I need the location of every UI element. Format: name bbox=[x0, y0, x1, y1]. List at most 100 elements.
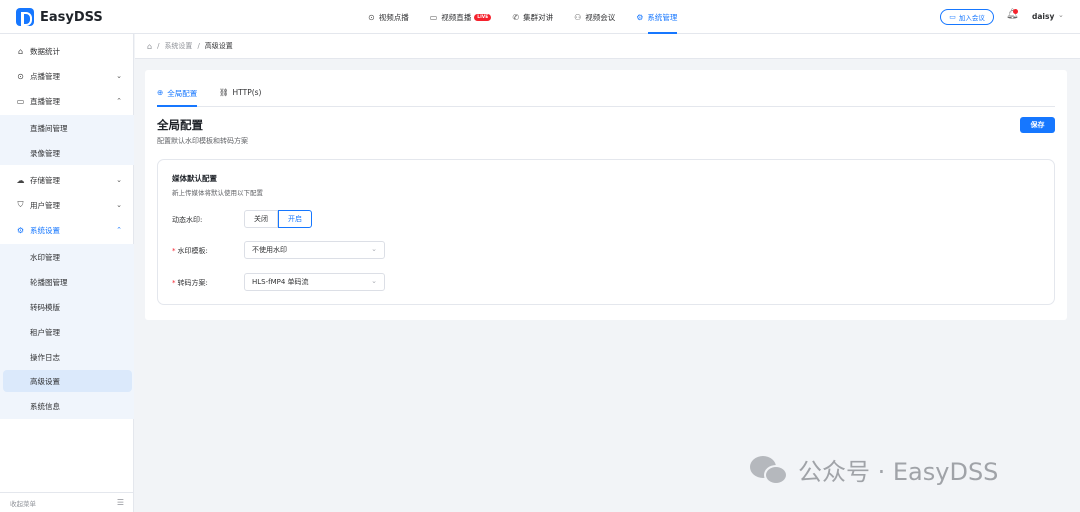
sidebar-item-label: 操作日志 bbox=[30, 352, 60, 362]
watermark-template-select[interactable]: 不使用水印 ⌄ bbox=[244, 241, 385, 259]
sidebar-item-system-settings[interactable]: ⚙ 系统设置 ⌃ bbox=[0, 218, 134, 242]
sidebar-item-operation-log[interactable]: 操作日志 bbox=[0, 345, 134, 369]
watermark-template-value: 不使用水印 bbox=[252, 246, 287, 254]
transcode-plan-select[interactable]: HLS-fMP4 单码流 ⌄ bbox=[244, 273, 385, 291]
chevron-down-icon[interactable]: ⌄ bbox=[1058, 11, 1064, 19]
sidebar: ⌂ 数据统计 ⊙ 点播管理 ⌄ ▭ 直播管理 ⌃ 直播间管理 录像管理 ☁ 存储… bbox=[0, 34, 134, 512]
sidebar-item-label: 录像管理 bbox=[30, 148, 60, 158]
globe-icon: ⊕ bbox=[157, 88, 164, 97]
dynamic-watermark-label: 动态水印: bbox=[172, 216, 203, 224]
tab-label: 全局配置 bbox=[167, 89, 198, 98]
sidebar-item-label: 数据统计 bbox=[30, 46, 60, 56]
sidebar-item-transcode-template[interactable]: 转码模版 bbox=[0, 295, 134, 319]
sidebar-item-tenants[interactable]: 租户管理 bbox=[0, 320, 134, 344]
media-config-panel: 媒体默认配置 新上传媒体将默认使用以下配置 动态水印: 关闭 开启 * 水印模板:… bbox=[157, 159, 1055, 305]
app-logo[interactable]: EasyDSS bbox=[16, 8, 103, 26]
transcode-plan-label-text: 转码方案: bbox=[177, 279, 208, 287]
video-camera-icon: ▭ bbox=[16, 96, 25, 106]
sidebar-item-users[interactable]: ⛉ 用户管理 ⌄ bbox=[0, 193, 134, 217]
cloud-icon: ☁ bbox=[16, 175, 25, 185]
chevron-up-icon: ⌃ bbox=[116, 97, 122, 105]
notification-dot bbox=[1013, 9, 1018, 14]
sidebar-item-watermark[interactable]: 水印管理 bbox=[0, 245, 134, 269]
nav-live[interactable]: ▭ 视频直播 LIVE bbox=[430, 0, 492, 34]
video-camera-icon: ▭ bbox=[949, 13, 956, 21]
breadcrumb-separator: / bbox=[197, 42, 200, 50]
sidebar-item-label: 存储管理 bbox=[30, 175, 60, 185]
required-mark: * bbox=[172, 279, 176, 287]
sidebar-item-recordings[interactable]: 录像管理 bbox=[0, 141, 134, 165]
watermark-text: 公众号 · EasyDSS bbox=[798, 458, 999, 486]
breadcrumb-separator: / bbox=[157, 42, 160, 50]
sidebar-item-label: 直播间管理 bbox=[30, 123, 68, 133]
tab-label: HTTP(s) bbox=[232, 88, 262, 97]
nav-intercom-label: 集群对讲 bbox=[523, 12, 554, 22]
sidebar-item-live[interactable]: ▭ 直播管理 ⌃ bbox=[0, 89, 134, 113]
top-nav: ⊙ 视频点播 ▭ 视频直播 LIVE ✆ 集群对讲 ⚇ 视频会议 ⚙ 系统管理 bbox=[368, 0, 698, 34]
shield-icon: ⛉ bbox=[17, 200, 24, 209]
sidebar-item-live-rooms[interactable]: 直播间管理 bbox=[0, 116, 134, 140]
sidebar-item-vod[interactable]: ⊙ 点播管理 ⌄ bbox=[0, 64, 134, 88]
section-title: 全局配置 bbox=[157, 118, 203, 132]
phone-icon: ✆ bbox=[512, 12, 520, 22]
link-icon: ⛓ bbox=[219, 88, 229, 97]
top-bar: EasyDSS ⊙ 视频点播 ▭ 视频直播 LIVE ✆ 集群对讲 ⚇ 视频会议… bbox=[0, 0, 1080, 34]
menu-icon: ☰ bbox=[116, 498, 124, 507]
tab-bar: ⊕ 全局配置 ⛓ HTTP(s) bbox=[157, 82, 1055, 107]
transcode-plan-value: HLS-fMP4 单码流 bbox=[252, 278, 309, 286]
logo-icon bbox=[16, 8, 34, 26]
watermark-off-button[interactable]: 关闭 bbox=[244, 210, 278, 228]
collapse-menu-button[interactable]: 收起菜单 ☰ bbox=[0, 492, 134, 512]
gear-icon: ⚙ bbox=[16, 225, 25, 235]
panel-description: 新上传媒体将默认使用以下配置 bbox=[172, 189, 263, 197]
section-description: 配置默认水印模板和转码方案 bbox=[157, 137, 248, 145]
nav-meeting[interactable]: ⚇ 视频会议 bbox=[574, 0, 615, 34]
sidebar-item-label: 系统设置 bbox=[30, 225, 60, 235]
chevron-down-icon: ⌄ bbox=[116, 72, 122, 80]
sidebar-item-label: 水印管理 bbox=[30, 252, 60, 262]
nav-live-label: 视频直播 bbox=[441, 12, 472, 22]
breadcrumb-item-system-settings[interactable]: 系统设置 bbox=[164, 41, 192, 51]
nav-system-label: 系统管理 bbox=[647, 12, 678, 22]
sidebar-item-storage[interactable]: ☁ 存储管理 ⌄ bbox=[0, 168, 134, 192]
home-icon: ⌂ bbox=[17, 46, 24, 56]
sidebar-item-label: 转码模版 bbox=[30, 302, 60, 312]
sidebar-item-system-info[interactable]: 系统信息 bbox=[0, 394, 134, 418]
gear-icon: ⚙ bbox=[636, 12, 644, 22]
people-icon: ⚇ bbox=[574, 12, 582, 22]
play-circle-icon: ⊙ bbox=[368, 12, 375, 22]
transcode-plan-label: * 转码方案: bbox=[172, 278, 208, 288]
join-meeting-label: 加入会议 bbox=[958, 14, 985, 22]
sidebar-item-label: 租户管理 bbox=[30, 327, 60, 337]
watermark-template-label-text: 水印模板: bbox=[177, 247, 208, 255]
wechat-icon bbox=[750, 454, 790, 486]
chevron-down-icon: ⌄ bbox=[371, 277, 377, 285]
video-camera-icon: ▭ bbox=[429, 12, 438, 22]
nav-intercom[interactable]: ✆ 集群对讲 bbox=[512, 0, 553, 34]
wechat-watermark: 公众号 · EasyDSS bbox=[750, 452, 998, 487]
sidebar-item-label: 用户管理 bbox=[30, 200, 60, 210]
chevron-down-icon: ⌄ bbox=[371, 245, 377, 253]
breadcrumb: ⌂ / 系统设置 / 高级设置 bbox=[135, 34, 1080, 59]
tab-https[interactable]: ⛓ HTTP(s) bbox=[219, 88, 261, 107]
sidebar-item-advanced-settings[interactable]: 高级设置 bbox=[3, 370, 132, 392]
join-meeting-button[interactable]: ▭ 加入会议 bbox=[940, 9, 994, 25]
user-name[interactable]: daisy bbox=[1032, 12, 1054, 21]
sidebar-item-carousel[interactable]: 轮播图管理 bbox=[0, 270, 134, 294]
nav-vod[interactable]: ⊙ 视频点播 bbox=[368, 0, 409, 34]
sidebar-item-label: 轮播图管理 bbox=[30, 277, 68, 287]
nav-system[interactable]: ⚙ 系统管理 bbox=[636, 0, 678, 34]
sidebar-item-statistics[interactable]: ⌂ 数据统计 bbox=[0, 39, 134, 63]
home-icon[interactable]: ⌂ bbox=[147, 42, 152, 51]
nav-meeting-label: 视频会议 bbox=[585, 12, 616, 22]
panel-title: 媒体默认配置 bbox=[172, 174, 217, 183]
save-button[interactable]: 保存 bbox=[1020, 117, 1055, 133]
required-mark: * bbox=[172, 247, 176, 255]
app-name: EasyDSS bbox=[40, 9, 103, 25]
live-badge: LIVE bbox=[474, 13, 492, 21]
watermark-on-button[interactable]: 开启 bbox=[278, 210, 312, 228]
collapse-menu-label: 收起菜单 bbox=[10, 499, 36, 508]
play-circle-icon: ⊙ bbox=[17, 71, 24, 81]
chevron-down-icon: ⌄ bbox=[116, 201, 122, 209]
tab-global-config[interactable]: ⊕ 全局配置 bbox=[157, 88, 198, 107]
